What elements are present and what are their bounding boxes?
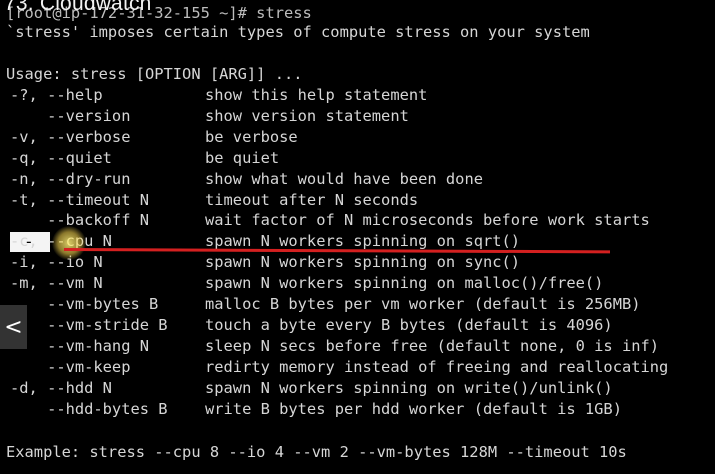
option-flags: --backoff N — [10, 211, 149, 230]
option-flags: -n, --dry-run — [10, 169, 131, 188]
option-flags: --vm-hang N — [10, 336, 149, 355]
option-description: be quiet — [205, 148, 280, 167]
option-description: redirty memory instead of freeing and re… — [205, 357, 669, 376]
terminal-window: [root@ip-172-31-32-155 ~]# stress `stres… — [0, 0, 715, 474]
option-flags: -t, --timeout N — [10, 190, 149, 209]
option-flags: --vm-stride B — [10, 315, 168, 334]
option-flags: -m, --vm N — [10, 274, 103, 293]
option-flags: --vm-bytes B — [10, 295, 159, 313]
option-flags: -q, --quiet — [10, 148, 112, 167]
option-description: spawn N workers spinning on malloc()/fre… — [205, 274, 604, 293]
option-flags: --version — [10, 106, 131, 125]
option-flags: --hdd-bytes B — [10, 399, 168, 418]
option-flags: -?, --help — [10, 86, 103, 104]
chevron-left-icon[interactable]: < — [0, 305, 27, 349]
option-flags: --vm-keep — [10, 357, 131, 376]
option-description: write B bytes per hdd worker (default is… — [205, 399, 622, 418]
option-description: spawn N workers spinning on write()/unli… — [205, 378, 613, 397]
option-description: touch a byte every B bytes (default is 4… — [205, 315, 613, 334]
options-list: -?, --help show this help statement --ver… — [0, 0, 715, 474]
option-flags: -d, --hdd N — [10, 378, 112, 397]
option-description: show version statement — [205, 106, 409, 125]
option-description: show this help statement — [205, 86, 428, 104]
option-description: sleep N secs before free (default none, … — [205, 336, 660, 355]
option-description: be verbose — [205, 127, 298, 146]
mouse-cursor-highlight — [52, 226, 86, 260]
option-description: show what would have been done — [205, 169, 483, 188]
option-flags: -v, --verbose — [10, 127, 131, 146]
chevron-left-glyph: < — [4, 314, 23, 340]
video-title: 73. Cloudwatch — [4, 0, 152, 15]
option-description: timeout after N seconds — [205, 190, 419, 209]
option-description: spawn N workers spinning on sync() — [205, 253, 521, 272]
option-description: malloc B bytes per vm worker (default is… — [205, 295, 641, 313]
option-description: wait factor of N microseconds before wor… — [205, 211, 650, 230]
